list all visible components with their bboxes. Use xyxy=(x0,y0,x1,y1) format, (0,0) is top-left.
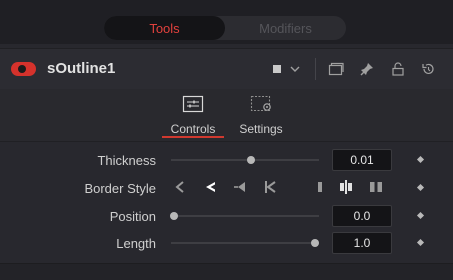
position-slider-handle[interactable] xyxy=(170,212,178,220)
border-style-bar-thin-icon[interactable] xyxy=(312,179,328,195)
thickness-slider-track[interactable] xyxy=(171,159,319,161)
position-label: Position xyxy=(109,209,156,224)
inspector-panel: Tools Modifiers sOutline1 Controls Setti… xyxy=(0,0,453,280)
inspector-bottom-strip xyxy=(0,263,453,280)
position-keyframe-icon[interactable] xyxy=(416,211,425,220)
pin-icon[interactable] xyxy=(358,60,376,78)
inspector-topbar: Tools Modifiers xyxy=(0,0,453,44)
inspector-tabs: Controls Settings xyxy=(0,89,453,142)
settings-gear-icon xyxy=(250,95,271,112)
window-icon[interactable] xyxy=(327,60,345,78)
tab-modifiers[interactable]: Modifiers xyxy=(225,16,346,40)
border-style-arrow-inward-icon[interactable] xyxy=(232,179,248,195)
param-length: Length 1.0 xyxy=(0,231,453,255)
position-slider-track[interactable] xyxy=(171,215,319,217)
sliders-icon xyxy=(182,95,204,113)
border-style-split-icon[interactable] xyxy=(368,179,384,195)
tool-name: sOutline1 xyxy=(47,60,116,77)
tab-controls-label: Controls xyxy=(170,122,216,136)
tool-enable-toggle[interactable] xyxy=(11,62,36,76)
border-style-outline-left-icon[interactable] xyxy=(173,179,189,195)
border-style-split-center-icon[interactable] xyxy=(338,179,354,195)
tab-controls[interactable]: Controls xyxy=(162,92,224,138)
thickness-keyframe-icon[interactable] xyxy=(416,155,425,164)
param-thickness: Thickness 0.01 xyxy=(0,148,453,172)
border-style-label: Border Style xyxy=(84,181,156,196)
color-square-icon[interactable] xyxy=(268,60,286,78)
length-keyframe-icon[interactable] xyxy=(416,238,425,247)
header-divider xyxy=(315,58,316,80)
thickness-label: Thickness xyxy=(97,153,156,168)
length-slider-handle[interactable] xyxy=(311,239,319,247)
tab-settings[interactable]: Settings xyxy=(234,92,288,138)
reset-icon[interactable] xyxy=(419,60,437,78)
param-position: Position 0.0 xyxy=(0,204,453,228)
toggle-knob xyxy=(18,65,26,73)
tab-tools[interactable]: Tools xyxy=(104,16,225,40)
border-style-bar-angled-icon[interactable] xyxy=(262,179,278,195)
thickness-value-field[interactable]: 0.01 xyxy=(332,149,392,171)
lock-icon[interactable] xyxy=(389,60,407,78)
chevron-down-icon[interactable] xyxy=(286,60,304,78)
border-style-keyframe-icon[interactable] xyxy=(416,183,425,192)
length-slider-track[interactable] xyxy=(171,242,319,244)
active-tab-underline xyxy=(162,136,224,138)
length-value-field[interactable]: 1.0 xyxy=(332,232,392,254)
length-label: Length xyxy=(116,236,156,251)
thickness-slider-handle[interactable] xyxy=(247,156,255,164)
param-border-style: Border Style xyxy=(0,176,453,200)
tool-header: sOutline1 xyxy=(0,48,453,90)
position-value-field[interactable]: 0.0 xyxy=(332,205,392,227)
tools-modifiers-switch: Tools Modifiers xyxy=(104,16,346,40)
tab-settings-label: Settings xyxy=(239,122,283,136)
border-style-arrow-left-icon[interactable] xyxy=(203,179,219,195)
